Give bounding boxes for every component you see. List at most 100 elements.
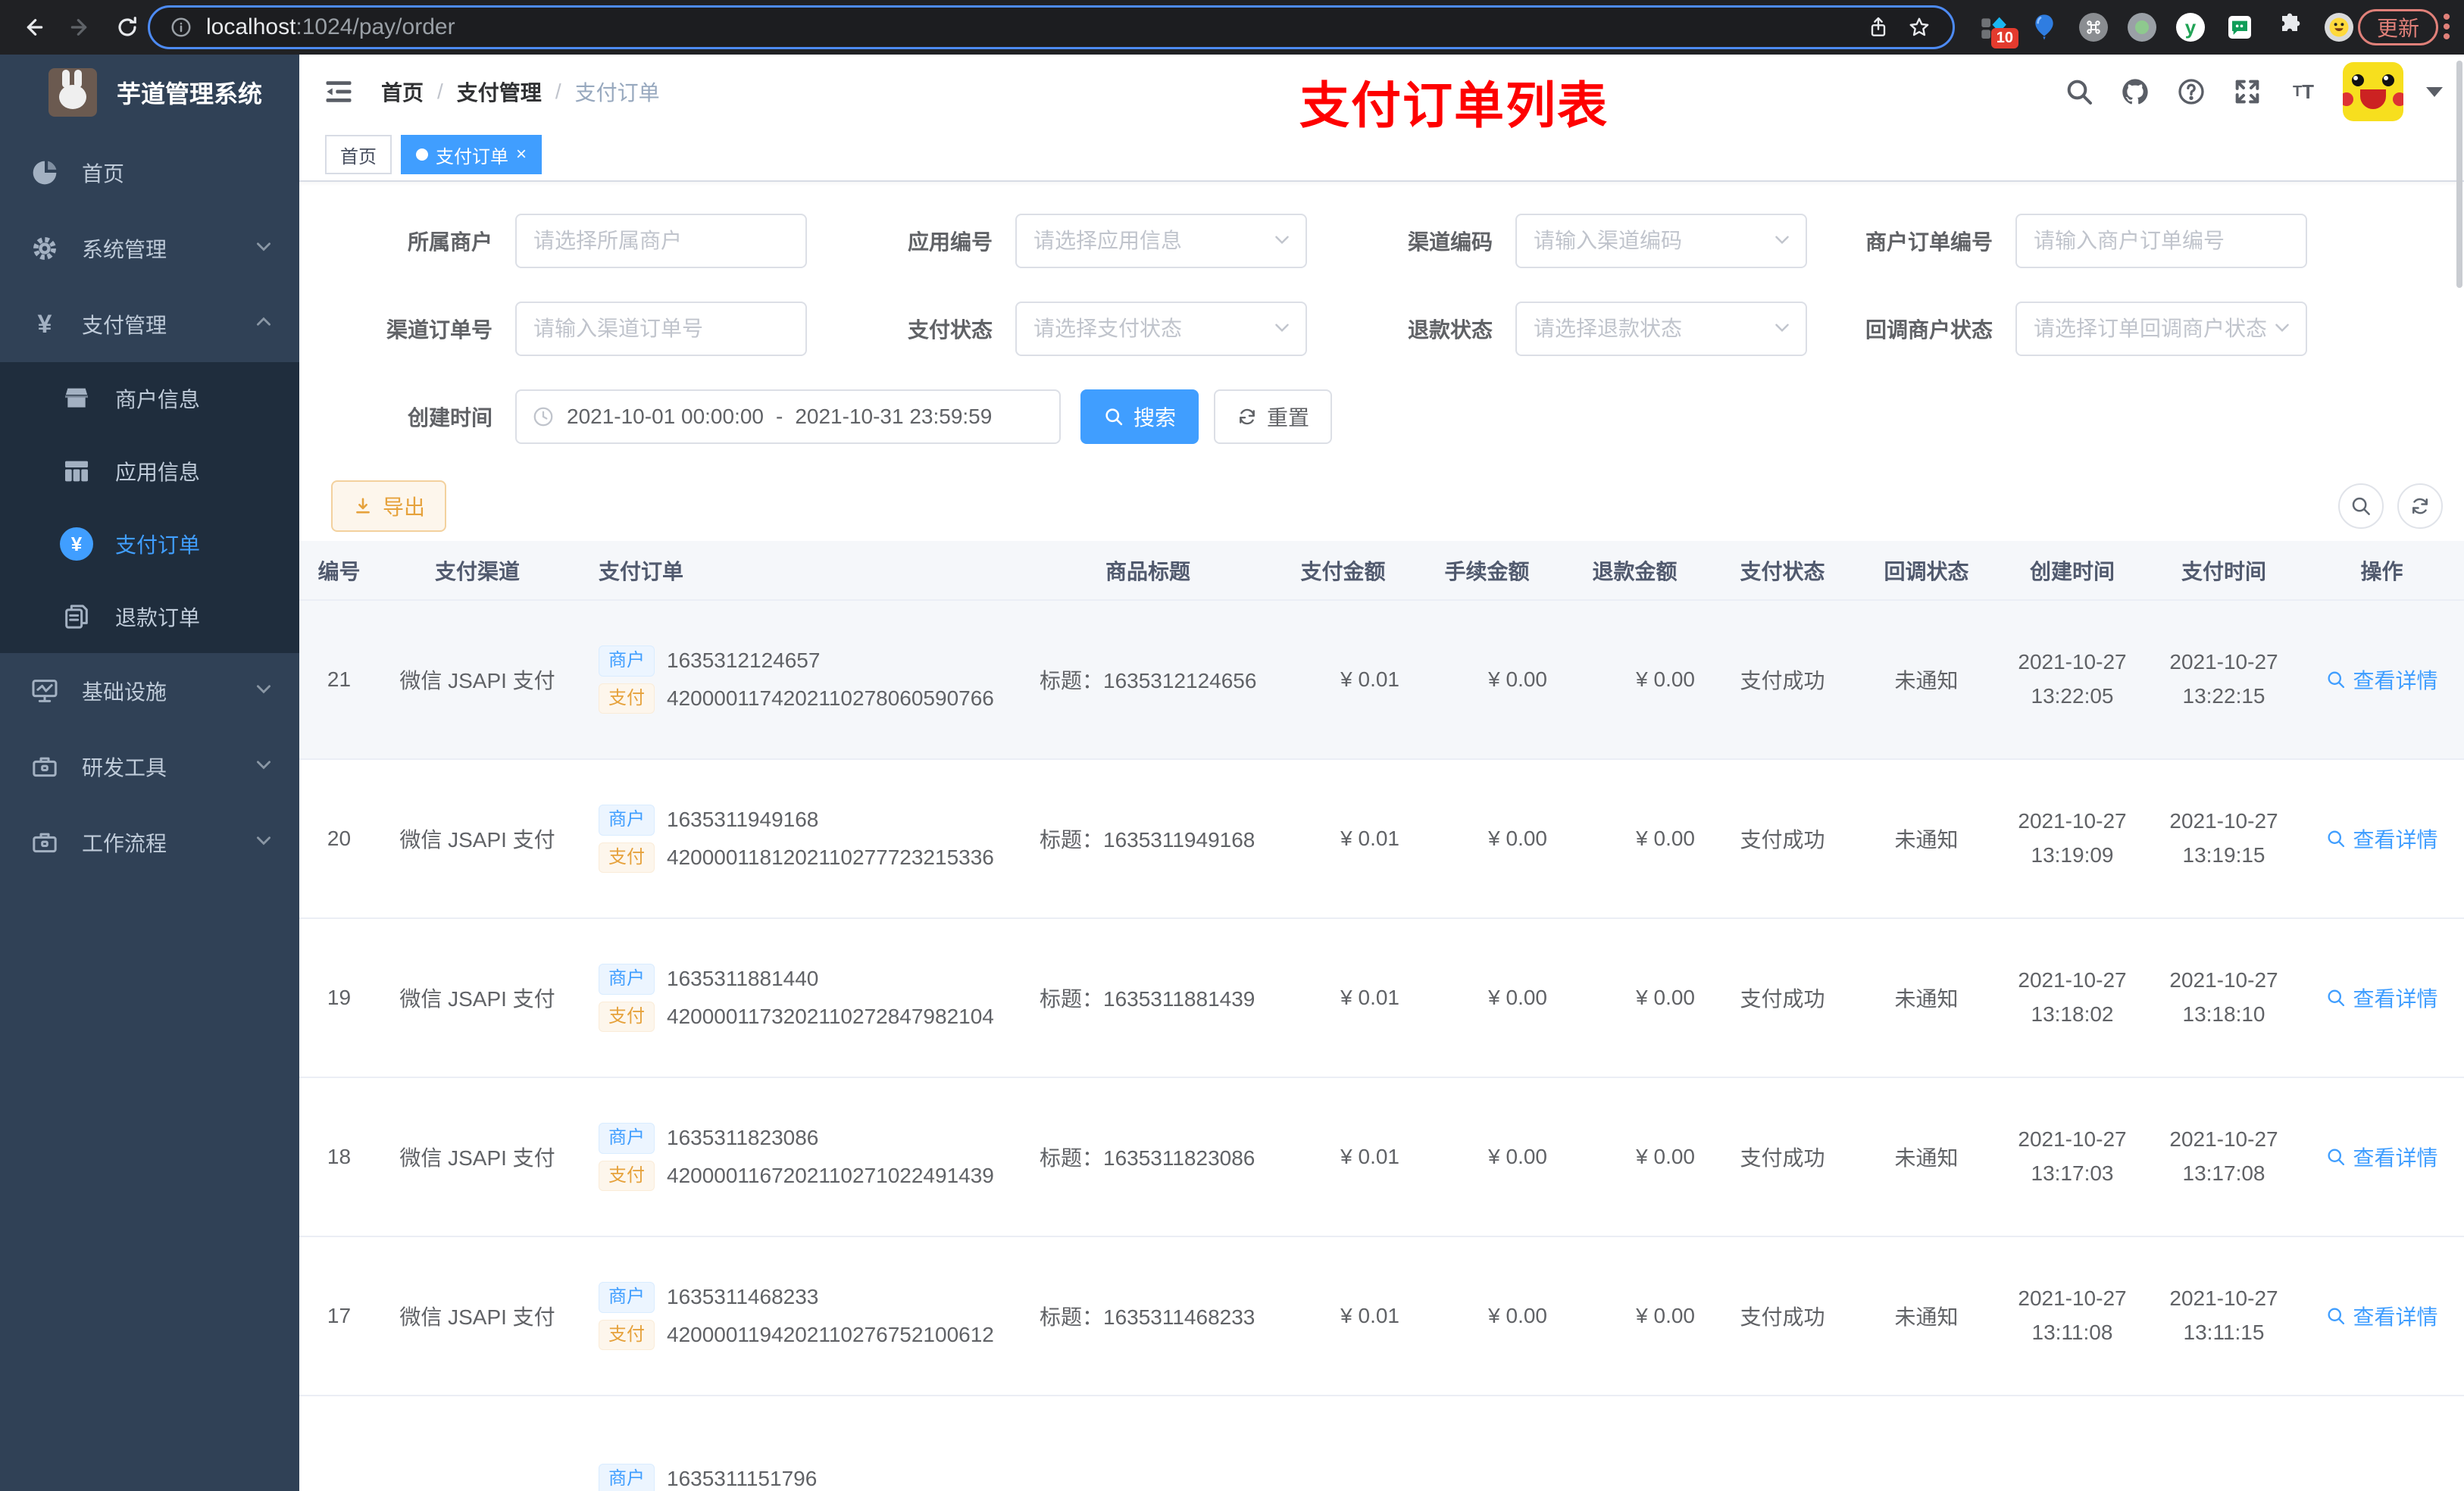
view-detail-link[interactable]: 查看详情: [2325, 824, 2438, 854]
browser-forward-icon[interactable]: [67, 14, 94, 41]
sidebar-item-infra[interactable]: 基础设施: [0, 653, 299, 729]
cell-amount: ¥ 0.01: [1273, 1236, 1413, 1396]
share-icon[interactable]: [1865, 14, 1892, 41]
filter-label-merchant: 所属商户: [407, 230, 492, 254]
table-row[interactable]: 17 微信 JSAPI 支付 商户 1635311468233 支付 4200001…: [299, 1236, 2464, 1396]
table-row[interactable]: 20 微信 JSAPI 支付 商户 1635311949168 支付 4200001…: [299, 759, 2464, 919]
channel-code-select[interactable]: [1515, 214, 1807, 268]
cell-paid: 2021-10-27 13:22:15: [2148, 600, 2300, 760]
breadcrumb-home[interactable]: 首页: [381, 77, 424, 107]
view-detail-link[interactable]: 查看详情: [2325, 664, 2438, 695]
tab-close-icon[interactable]: ×: [516, 145, 527, 164]
cell-fee: ¥ 0.00: [1413, 1236, 1561, 1396]
browser-reload-icon[interactable]: [114, 14, 141, 41]
sidebar-item-system[interactable]: 系统管理: [0, 211, 299, 286]
extension-balloon-icon[interactable]: [2029, 12, 2059, 42]
cell-refund: ¥ 0.00: [1561, 759, 1709, 919]
sidebar-item-home[interactable]: 首页: [0, 135, 299, 211]
cell-title: 标题：1635312124656: [1023, 600, 1273, 760]
navbar: 首页 / 支付管理 / 支付订单 支付订单列表 TT: [299, 55, 2464, 133]
sidebar-item-refund-order[interactable]: 退款订单: [0, 580, 299, 653]
page-scrollbar[interactable]: [2456, 61, 2462, 288]
header-search-icon[interactable]: [2062, 75, 2096, 108]
browser-update-button[interactable]: 更新: [2358, 9, 2439, 45]
table-row[interactable]: 19 微信 JSAPI 支付 商户 1635311881440 支付 4200001…: [299, 918, 2464, 1078]
sidebar-item-payment[interactable]: ¥ 支付管理: [0, 286, 299, 362]
refund-status-select[interactable]: [1515, 302, 1807, 356]
avatar-caret-icon[interactable]: [2426, 86, 2443, 97]
table-row[interactable]: 21 微信 JSAPI 支付 商户 1635312124657 支付 4200001…: [299, 600, 2464, 760]
reset-button[interactable]: 重置: [1214, 389, 1333, 444]
browser-chrome: localhost:1024/pay/order 10 y 更新 • • •: [0, 0, 2464, 55]
pay-tag: 支付: [599, 842, 655, 874]
sidebar-item-pay-order[interactable]: ¥ 支付订单: [0, 508, 299, 580]
pay-status-select[interactable]: [1015, 302, 1307, 356]
github-icon[interactable]: [2118, 75, 2152, 108]
url-bar[interactable]: localhost:1024/pay/order: [148, 5, 1955, 49]
search-button[interactable]: 搜索: [1080, 389, 1199, 444]
browser-back-icon[interactable]: [20, 14, 47, 41]
extension-badge: 10: [1990, 28, 2018, 48]
cell-pay-order: 商户 1635312124657 支付 4200001174202110278060…: [576, 600, 1023, 760]
sidebar-toggle-icon[interactable]: [322, 75, 355, 108]
view-detail-link[interactable]: 查看详情: [2325, 1301, 2438, 1331]
cell-channel: 微信 JSAPI 支付: [379, 918, 576, 1078]
cell-status: 支付成功: [1709, 600, 1856, 760]
notify-status-select[interactable]: [2015, 302, 2307, 356]
cell-amount: ¥ 0.01: [1273, 600, 1413, 760]
app-select[interactable]: [1015, 214, 1307, 268]
font-size-icon[interactable]: TT: [2287, 75, 2320, 108]
sidebar-item-merchant-info[interactable]: 商户信息: [0, 362, 299, 435]
bookmark-star-icon[interactable]: [1906, 14, 1933, 41]
filter-label-channel-code: 渠道编码: [1407, 230, 1493, 254]
extension-chat-icon[interactable]: [2225, 12, 2255, 42]
site-info-icon[interactable]: [170, 16, 192, 39]
merchant-tag: 商户: [599, 963, 655, 995]
extension-command-icon[interactable]: [2079, 13, 2108, 42]
extensions-puzzle-icon[interactable]: [2275, 12, 2305, 42]
help-icon[interactable]: [2175, 75, 2208, 108]
app-logo[interactable]: 芋道管理系统: [0, 55, 299, 130]
extension-y-icon[interactable]: y: [2176, 13, 2205, 42]
extension-diamond-icon[interactable]: 10: [1979, 12, 2018, 48]
tab-home[interactable]: 首页: [325, 135, 392, 174]
table-refresh-icon[interactable]: [2397, 483, 2443, 529]
cell-created: 2021-10-27 13:18:02: [1997, 918, 2148, 1078]
table-row[interactable]: 18 微信 JSAPI 支付 商户 1635311823086 支付 4200001…: [299, 1077, 2464, 1237]
sidebar-item-dev-tools[interactable]: 研发工具: [0, 729, 299, 805]
tab-pay-order[interactable]: 支付订单 ×: [401, 135, 543, 174]
cell-refund: ¥ 0.00: [1561, 918, 1709, 1078]
table-search-toggle-icon[interactable]: [2338, 483, 2384, 529]
screen: localhost:1024/pay/order 10 y 更新 • • • 芋…: [0, 0, 2464, 1491]
channel-order-no-input[interactable]: [515, 302, 807, 356]
merchant-input[interactable]: [515, 214, 807, 268]
browser-menu-icon[interactable]: • • •: [2441, 6, 2452, 48]
browser-extensions: 10 y: [1979, 0, 2353, 55]
merchant-order-no-input[interactable]: [2015, 214, 2307, 268]
cell-refund: ¥ 0.00: [1561, 600, 1709, 760]
date-start: 2021-10-01 00:00:00: [567, 405, 764, 428]
cell-title: 标题：1635311949168: [1023, 759, 1273, 919]
sidebar-item-app-info[interactable]: 应用信息: [0, 435, 299, 508]
breadcrumb-payment[interactable]: 支付管理: [457, 77, 542, 107]
cell-status: 支付成功: [1709, 918, 1856, 1078]
extension-dot-icon[interactable]: [2128, 13, 2156, 42]
filter-label-app: 应用编号: [907, 230, 993, 254]
export-button[interactable]: 导出: [331, 480, 447, 532]
fullscreen-icon[interactable]: [2231, 75, 2264, 108]
cell-title: 标题：1635311881439: [1023, 918, 1273, 1078]
chevron-down-icon: [254, 679, 274, 704]
view-detail-link[interactable]: 查看详情: [2325, 1142, 2438, 1172]
user-avatar[interactable]: [2343, 62, 2403, 121]
filter-label-pay-status: 支付状态: [907, 318, 993, 342]
sidebar: 芋道管理系统 首页 系统管理 ¥ 支付管理 商户信息 应用信息 ¥ 支付订单 退…: [0, 55, 299, 1491]
cell-fee: ¥ 0.00: [1413, 759, 1561, 919]
cell-channel: 微信 JSAPI 支付: [379, 600, 576, 760]
profile-emoji-icon[interactable]: [2325, 13, 2353, 42]
view-detail-link[interactable]: 查看详情: [2325, 983, 2438, 1013]
date-range-picker[interactable]: 2021-10-01 00:00:00 - 2021-10-31 23:59:5…: [515, 389, 1061, 444]
table-row-partial[interactable]: 商户 1635311151796: [299, 1396, 2464, 1491]
sidebar-item-workflow[interactable]: 工作流程: [0, 805, 299, 880]
cell-refund: ¥ 0.00: [1561, 1236, 1709, 1396]
cell-title: 标题：1635311823086: [1023, 1077, 1273, 1237]
